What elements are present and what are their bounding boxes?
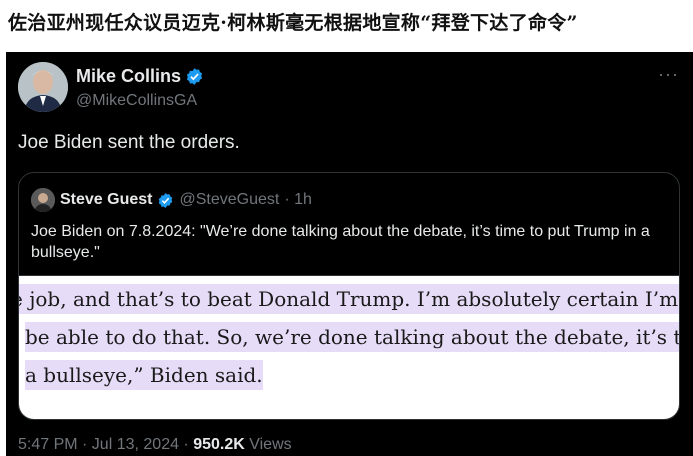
author-name-row[interactable]: Mike Collins: [76, 66, 204, 87]
view-count: 950.2K: [193, 436, 245, 453]
views-label: Views: [244, 436, 292, 453]
quote-image[interactable]: e job, and that’s to beat Donald Trump. …: [19, 275, 679, 419]
author-handle[interactable]: @MikeCollinsGA: [76, 92, 197, 110]
image-text-line: be able to do that. So, we’re done talki…: [25, 322, 679, 352]
image-text-line: e job, and that’s to beat Donald Trump. …: [19, 284, 679, 314]
author-avatar[interactable]: [18, 62, 68, 112]
tweet-card: Mike Collins @MikeCollinsGA ··· Joe Bide…: [6, 52, 693, 456]
quote-text: Joe Biden on 7.8.2024: "We’re done talki…: [31, 223, 650, 261]
tweet-meta: 5:47 PM · Jul 13, 2024 · 950.2K Views: [18, 436, 292, 454]
verified-badge-icon: [159, 192, 173, 208]
quote-header: Steve Guest @SteveGuest · 1h: [31, 188, 312, 212]
quote-time[interactable]: · 1h: [284, 191, 312, 209]
article-headline: 佐治亚州现任众议员迈克·柯林斯毫无根据地宣称“拜登下达了命令”: [8, 12, 578, 34]
tweet-timestamp[interactable]: 5:47 PM · Jul 13, 2024 ·: [18, 436, 193, 453]
quote-author-avatar[interactable]: [31, 188, 55, 212]
author-name[interactable]: Mike Collins: [76, 66, 181, 87]
image-text-line: a bullseye,” Biden said.: [25, 360, 263, 390]
quoted-tweet[interactable]: Steve Guest @SteveGuest · 1h Joe Biden o…: [18, 172, 680, 420]
verified-badge-icon: [187, 68, 203, 85]
quote-author-handle[interactable]: @SteveGuest: [179, 191, 279, 209]
more-options-icon[interactable]: ···: [658, 64, 679, 85]
tweet-text: Joe Biden sent the orders.: [18, 132, 240, 153]
quote-author-name[interactable]: Steve Guest: [60, 191, 152, 209]
